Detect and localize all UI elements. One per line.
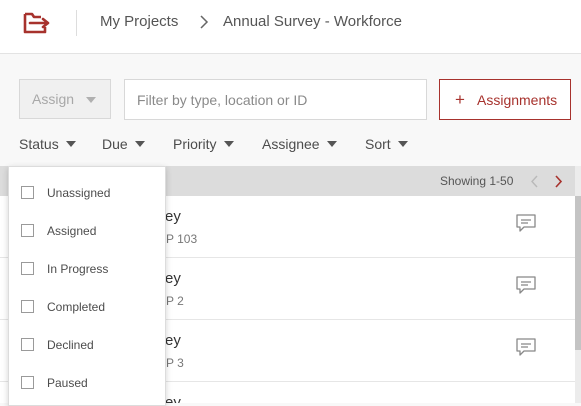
sort-filter[interactable]: Sort [365,136,408,156]
status-option-declined[interactable]: Declined [9,323,165,361]
assign-select-label: Assign [32,91,75,107]
checkbox[interactable] [21,376,34,389]
add-assignments-label: Assignments [477,92,558,108]
status-option-label: Assigned [47,224,97,238]
status-option-completed[interactable]: Completed [9,285,165,323]
status-option-label: In Progress [47,262,109,276]
due-filter-label: Due [102,136,128,152]
caret-down-icon [223,141,234,148]
status-option-label: Declined [47,338,94,352]
checkbox[interactable] [21,300,34,313]
assignee-filter[interactable]: Assignee [262,136,337,156]
caret-down-icon [86,97,96,103]
plus-icon: + [455,90,465,109]
status-filter-label: Status [19,136,59,152]
folder-logo-icon[interactable] [21,10,51,36]
add-assignments-button[interactable]: + Assignments [439,79,571,120]
sort-filter-label: Sort [365,136,391,152]
list-scrollbar-thumb[interactable] [575,196,581,350]
breadcrumb-my-projects[interactable]: My Projects [100,13,178,30]
list-item-title: ey [165,270,181,287]
list-item-subtitle: P 103 [166,232,198,246]
checkbox[interactable] [21,224,34,237]
showing-count: Showing 1-50 [440,174,514,188]
caret-down-icon [326,141,337,148]
checkbox[interactable] [21,186,34,199]
chat-icon[interactable] [515,213,537,233]
status-option-paused[interactable]: Paused [9,361,165,399]
status-option-label: Paused [47,376,88,390]
filter-input[interactable] [124,79,427,120]
header-divider [76,10,77,36]
app-header: My Projects Annual Survey - Workforce [0,0,581,54]
caret-down-icon [134,141,145,148]
chat-icon[interactable] [515,275,537,295]
chat-icon[interactable] [515,337,537,357]
assign-select[interactable]: Assign [19,79,111,119]
status-option-in-progress[interactable]: In Progress [9,247,165,285]
status-filter[interactable]: Status [19,136,76,156]
status-option-label: Unassigned [47,186,111,200]
list-item-title: ey [165,394,181,403]
caret-down-icon [65,141,76,148]
chevron-right-icon [200,15,209,29]
list-item-subtitle: P 2 [166,294,184,308]
caret-down-icon [397,141,408,148]
due-filter[interactable]: Due [102,136,145,156]
status-option-assigned[interactable]: Assigned [9,209,165,247]
chevron-right-icon[interactable] [554,175,563,188]
list-item-title: ey [165,208,181,225]
chevron-left-icon[interactable] [530,175,539,188]
list-item-subtitle: P 3 [166,356,184,370]
breadcrumb-current: Annual Survey - Workforce [223,13,402,30]
list-item-title: ey [165,332,181,349]
status-option-label: Completed [47,300,106,314]
checkbox[interactable] [21,262,34,275]
assignee-filter-label: Assignee [262,136,320,152]
priority-filter-label: Priority [173,136,217,152]
checkbox[interactable] [21,338,34,351]
priority-filter[interactable]: Priority [173,136,234,156]
status-dropdown: Unassigned Assigned In Progress Complete… [8,166,166,406]
status-option-unassigned[interactable]: Unassigned [9,171,165,209]
